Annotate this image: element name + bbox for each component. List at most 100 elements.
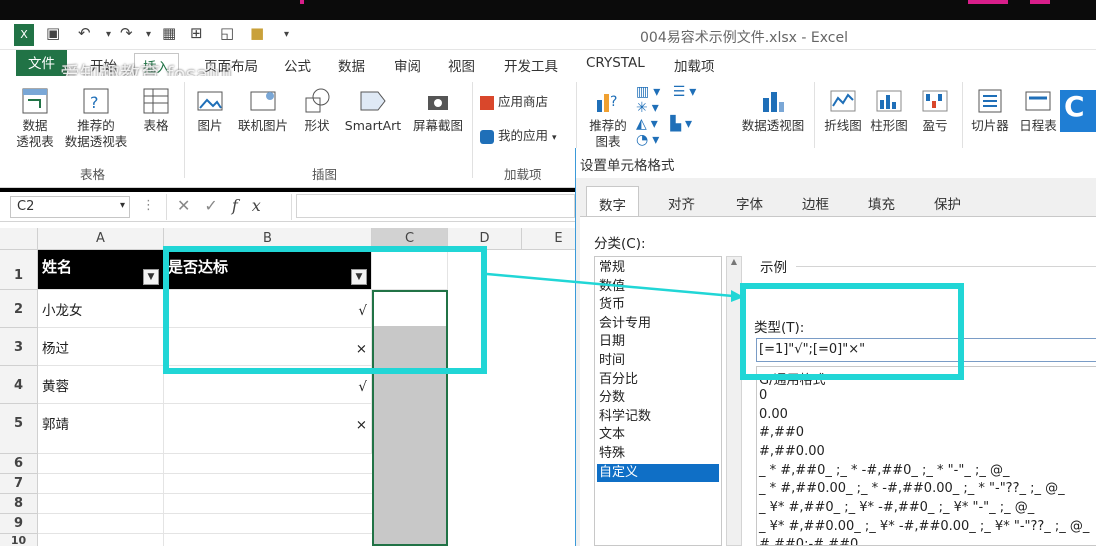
row-header[interactable]: 3 [0, 328, 38, 366]
category-list[interactable]: 常规 数值 货币 会计专用 日期 时间 百分比 分数 科学记数 文本 特殊 自定… [594, 256, 722, 546]
cell-name[interactable]: 郭靖 [38, 404, 164, 454]
recommended-pivot-button[interactable]: ? 推荐的 数据透视表 [60, 86, 132, 150]
category-item[interactable]: 日期 [597, 333, 719, 352]
cancel-icon[interactable]: ✕ [177, 196, 204, 215]
scatter-chart-icon[interactable]: ✳▾ [636, 100, 663, 116]
row-header[interactable]: 1 [0, 250, 38, 290]
dialog-tab-fill[interactable]: 填充 [856, 186, 907, 216]
type-item[interactable]: _ * #,##0_ ;_ * -#,##0_ ;_ * "-"_ ;_ @_ [759, 463, 1009, 478]
sparkline-column-button[interactable]: 柱形图 [866, 86, 912, 134]
screenshot-button[interactable]: 屏幕截图 [406, 86, 470, 134]
type-item[interactable]: #,##0 [759, 425, 804, 440]
bar-chart-icon[interactable]: ☰▾ [673, 84, 701, 100]
category-item-selected[interactable]: 自定义 [597, 463, 719, 483]
header-name-label: 姓名 [42, 258, 73, 276]
select-all-corner[interactable] [0, 228, 38, 250]
stock-chart-icon[interactable]: ▙▾ [670, 116, 696, 132]
area-chart-icon[interactable]: ◭▾ [636, 116, 662, 132]
category-item[interactable]: 分数 [597, 389, 719, 408]
header-cell-name[interactable]: 姓名 ▼ [38, 250, 164, 290]
row-header[interactable]: 7 [0, 474, 38, 494]
type-list[interactable]: G/通用格式 0 0.00 #,##0 #,##0.00 _ * #,##0_ … [756, 366, 1096, 546]
pivot-chart-button[interactable]: 数据透视图 [736, 86, 810, 134]
dialog-tab-font[interactable]: 字体 [724, 186, 775, 216]
scroll-up-icon[interactable]: ▲ [727, 257, 741, 266]
recommended-charts-button[interactable]: ? 推荐的 图表 [584, 86, 632, 150]
column-header-a[interactable]: A [38, 228, 164, 250]
pie-chart-icon[interactable]: ◔▾ [636, 132, 663, 148]
row-header[interactable]: 8 [0, 494, 38, 514]
category-item[interactable]: 时间 [597, 352, 719, 371]
cell-name[interactable]: 杨过 [38, 328, 164, 366]
row-header[interactable]: 10 [0, 534, 38, 546]
timeline-button[interactable]: 日程表 [1014, 86, 1062, 134]
type-item[interactable]: _ ¥* #,##0.00_ ;_ ¥* -#,##0.00_ ;_ ¥* "-… [759, 519, 1089, 534]
filter-dropdown-icon[interactable]: ▼ [143, 269, 159, 285]
category-item[interactable]: 常规 [597, 259, 719, 278]
comment-icon[interactable]: ◱ [220, 24, 234, 46]
column-chart-icon[interactable]: ▥▾ [636, 84, 664, 100]
row-header[interactable]: 6 [0, 454, 38, 474]
folder-icon[interactable]: ■ [250, 24, 264, 46]
row-header[interactable]: 5 [0, 404, 38, 454]
category-item[interactable]: 特殊 [597, 445, 719, 464]
type-item[interactable]: 0.00 [759, 407, 788, 422]
tab-formulas[interactable]: 公式 [276, 53, 319, 75]
tab-developer[interactable]: 开发工具 [496, 53, 566, 75]
tab-view[interactable]: 视图 [440, 53, 483, 75]
tab-crystal[interactable]: CRYSTAL [578, 53, 653, 75]
row-header[interactable]: 2 [0, 290, 38, 328]
row-header[interactable]: 4 [0, 366, 38, 404]
tab-addins[interactable]: 加载项 [666, 53, 723, 75]
category-item[interactable]: 文本 [597, 426, 719, 445]
category-item[interactable]: 会计专用 [597, 315, 719, 334]
pivot-table-button[interactable]: 数据 透视表 [10, 86, 60, 150]
cell-mark[interactable]: × [164, 404, 372, 454]
dialog-tab-number[interactable]: 数字 [586, 186, 639, 216]
smartart-label: SmartArt [344, 118, 402, 133]
sparkline-line-button[interactable]: 折线图 [820, 86, 866, 134]
slicer-button[interactable]: 切片器 [966, 86, 1014, 134]
tab-data[interactable]: 数据 [330, 53, 373, 75]
type-item[interactable]: _ * #,##0.00_ ;_ * -#,##0.00_ ;_ * "-"??… [759, 481, 1065, 496]
app-store-button[interactable]: 应用商店 [480, 94, 570, 110]
type-item[interactable]: #,##0;-#,##0 [759, 537, 858, 545]
row-header[interactable]: 9 [0, 514, 38, 534]
dialog-tab-border[interactable]: 边框 [790, 186, 841, 216]
picture-button[interactable]: 图片 [192, 86, 228, 134]
shapes-button[interactable]: 形状 [298, 86, 336, 134]
screenshot-icon [428, 96, 448, 110]
dialog-tab-protection[interactable]: 保护 [922, 186, 973, 216]
type-item[interactable]: #,##0.00 [759, 444, 825, 459]
ribbon-separator [472, 82, 473, 178]
category-item[interactable]: 货币 [597, 296, 719, 315]
enter-icon[interactable]: ✓ [204, 196, 231, 215]
dialog-tab-alignment[interactable]: 对齐 [656, 186, 707, 216]
type-item[interactable]: 0 [759, 388, 767, 403]
online-picture-button[interactable]: 联机图片 [232, 86, 294, 134]
undo-dropdown-icon[interactable]: ▾ [106, 29, 111, 51]
save-icon[interactable]: ▣ [46, 24, 60, 46]
form-icon[interactable]: ▦ [162, 24, 176, 46]
sparkline-winloss-button[interactable]: 盈亏 [914, 86, 956, 134]
type-item[interactable]: _ ¥* #,##0_ ;_ ¥* -#,##0_ ;_ ¥* "-"_ ;_ … [759, 500, 1034, 515]
qat-customize-icon[interactable]: ▾ [284, 29, 289, 51]
column-header-e[interactable]: E [522, 228, 575, 250]
table-button[interactable]: 表格 [136, 86, 176, 134]
tools-icon[interactable]: ⊞ [190, 24, 203, 46]
category-item[interactable]: 数值 [597, 278, 719, 297]
cell-name[interactable]: 小龙女 [38, 290, 164, 328]
cell-name[interactable]: 黄蓉 [38, 366, 164, 404]
category-item[interactable]: 科学记数 [597, 408, 719, 427]
recommended-pivot-icon: ? [83, 88, 109, 114]
tab-review[interactable]: 审阅 [386, 53, 429, 75]
name-box[interactable]: C2 ▾ [10, 196, 130, 218]
redo-icon[interactable]: ↷ [120, 24, 133, 46]
my-apps-button[interactable]: 我的应用 ▾ [480, 128, 572, 146]
category-item[interactable]: 百分比 [597, 371, 719, 390]
undo-icon[interactable]: ↶ [78, 24, 91, 46]
redo-dropdown-icon[interactable]: ▾ [146, 29, 151, 51]
formula-input[interactable] [296, 194, 575, 218]
smartart-button[interactable]: SmartArt [340, 86, 406, 134]
insert-function-icon[interactable]: fx [232, 196, 275, 215]
